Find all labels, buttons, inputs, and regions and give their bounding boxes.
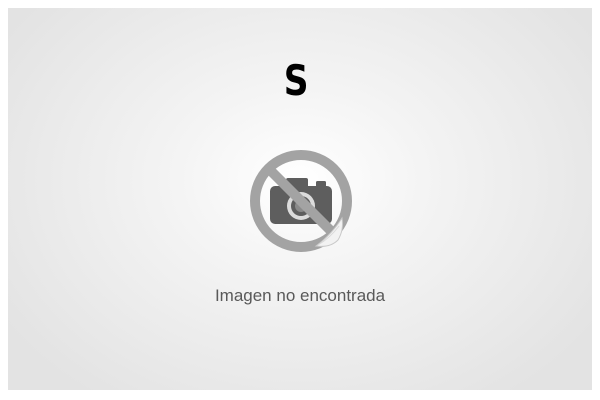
no-camera-icon xyxy=(246,146,356,256)
image-not-found-message: Imagen no encontrada xyxy=(214,286,386,305)
logo-letter: S xyxy=(283,56,309,105)
